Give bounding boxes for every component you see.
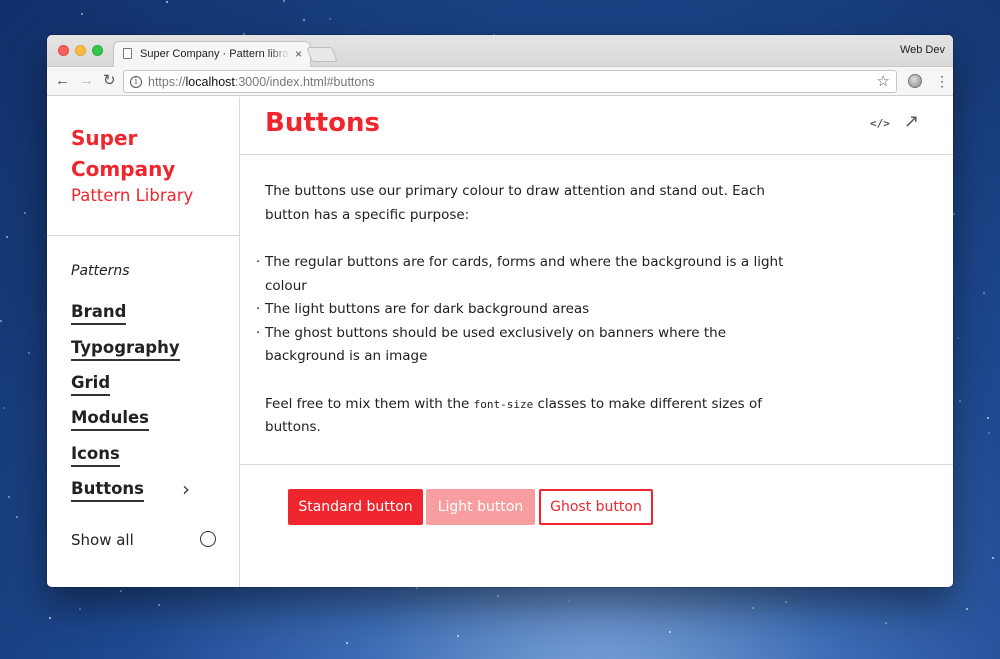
document-icon — [123, 48, 132, 59]
light-button[interactable]: Light button — [426, 489, 535, 525]
star — [79, 608, 81, 610]
star — [988, 432, 990, 434]
browser-tab[interactable]: Super Company · Pattern library × — [113, 41, 311, 68]
reload-icon[interactable]: ↻ — [103, 72, 116, 90]
star — [166, 1, 168, 3]
sidebar: Super Company Pattern Library Patterns B… — [47, 97, 240, 587]
forward-arrow-icon[interactable]: → — [79, 72, 94, 90]
tab-strip: Super Company · Pattern library × Web De… — [47, 35, 953, 68]
open-external-icon[interactable]: ↗ — [904, 111, 919, 132]
star — [283, 0, 285, 2]
star — [120, 590, 122, 592]
info-icon[interactable]: i — [130, 76, 142, 88]
profile-name[interactable]: Web Dev — [900, 44, 945, 56]
view-code-icon[interactable]: </> — [870, 117, 890, 130]
minimize-window-button[interactable] — [75, 45, 86, 56]
chevron-right-icon[interactable]: › — [182, 477, 190, 501]
star — [953, 213, 955, 215]
star — [16, 516, 18, 518]
list-item: The ghost buttons should be used exclusi… — [256, 322, 785, 369]
address-bar[interactable]: i https://localhost:3000/index.html#butt… — [123, 70, 897, 93]
star — [983, 292, 985, 294]
tab-title: Super Company · Pattern library — [140, 48, 290, 60]
star — [785, 601, 787, 603]
url-path: :3000/index.html#buttons — [234, 75, 375, 89]
star — [28, 352, 30, 354]
close-window-button[interactable] — [58, 45, 69, 56]
star — [49, 617, 51, 619]
star — [885, 622, 887, 624]
main-content: Buttons </> ↗ The buttons use our primar… — [240, 97, 953, 587]
intro-text: The buttons use our primary colour to dr… — [265, 183, 765, 223]
star — [346, 642, 348, 644]
star — [6, 236, 8, 238]
browser-menu-icon[interactable]: ⋮ — [935, 72, 949, 90]
font-size-code: font-size — [473, 397, 534, 411]
brand-subtitle: Pattern Library — [71, 186, 194, 205]
url-host: localhost — [185, 75, 235, 89]
bookmark-star-icon[interactable]: ☆ — [877, 72, 890, 90]
sidebar-item-grid[interactable]: Grid — [71, 372, 111, 396]
page-title: Buttons — [265, 108, 381, 138]
star — [24, 212, 26, 214]
star — [158, 604, 160, 606]
star — [81, 13, 83, 15]
sidebar-item-typography[interactable]: Typography — [71, 337, 180, 361]
standard-button[interactable]: Standard button — [288, 489, 423, 525]
star — [3, 407, 5, 409]
url-text[interactable]: https://localhost:3000/index.html#button… — [148, 75, 375, 89]
outro-text: Feel free to mix them with the font-size… — [265, 393, 785, 440]
star — [966, 608, 968, 610]
examples-divider — [240, 464, 953, 465]
sidebar-item-icons[interactable]: Icons — [71, 443, 120, 467]
brand-name-line1: Super — [71, 126, 138, 150]
browser-toolbar: ← → ↻ i https://localhost:3000/index.htm… — [47, 67, 953, 96]
star — [957, 337, 959, 339]
browser-window: Super Company · Pattern library × Web De… — [47, 35, 953, 587]
purpose-list: The regular buttons are for cards, forms… — [256, 251, 785, 369]
star — [0, 320, 2, 322]
star — [992, 557, 994, 559]
outro-before: Feel free to mix them with the — [265, 395, 474, 412]
star — [416, 587, 418, 589]
star — [568, 600, 570, 602]
page-viewport: Super Company Pattern Library Patterns B… — [47, 97, 953, 587]
star — [8, 496, 10, 498]
new-tab-button[interactable] — [306, 47, 338, 62]
sidebar-divider — [47, 235, 239, 236]
back-arrow-icon[interactable]: ← — [55, 72, 70, 90]
brand-block[interactable]: Super Company Pattern Library — [71, 123, 236, 205]
ghost-button[interactable]: Ghost button — [539, 489, 653, 525]
description: The buttons use our primary colour to dr… — [256, 180, 785, 440]
star — [669, 631, 671, 633]
list-item: The light buttons are for dark backgroun… — [256, 298, 785, 322]
star — [457, 635, 459, 637]
star — [329, 18, 331, 20]
sidebar-item-brand[interactable]: Brand — [71, 301, 127, 325]
star — [987, 417, 989, 419]
url-scheme: https:// — [148, 75, 186, 89]
sidebar-item-modules[interactable]: Modules — [71, 407, 149, 431]
main-header: Buttons </> ↗ — [240, 97, 953, 155]
circle-icon[interactable] — [200, 531, 216, 547]
zoom-window-button[interactable] — [92, 45, 103, 56]
sidebar-item-buttons[interactable]: Buttons — [71, 478, 145, 502]
list-item: The regular buttons are for cards, forms… — [256, 251, 785, 298]
star — [752, 607, 754, 609]
extension-icon[interactable] — [908, 74, 922, 88]
tab-close-icon[interactable]: × — [295, 42, 302, 66]
patterns-section-label: Patterns — [71, 263, 130, 279]
star — [303, 19, 305, 21]
star — [959, 400, 961, 402]
star — [497, 595, 499, 597]
brand-name-line2: Company — [71, 157, 176, 181]
show-all-link[interactable]: Show all — [71, 531, 134, 549]
